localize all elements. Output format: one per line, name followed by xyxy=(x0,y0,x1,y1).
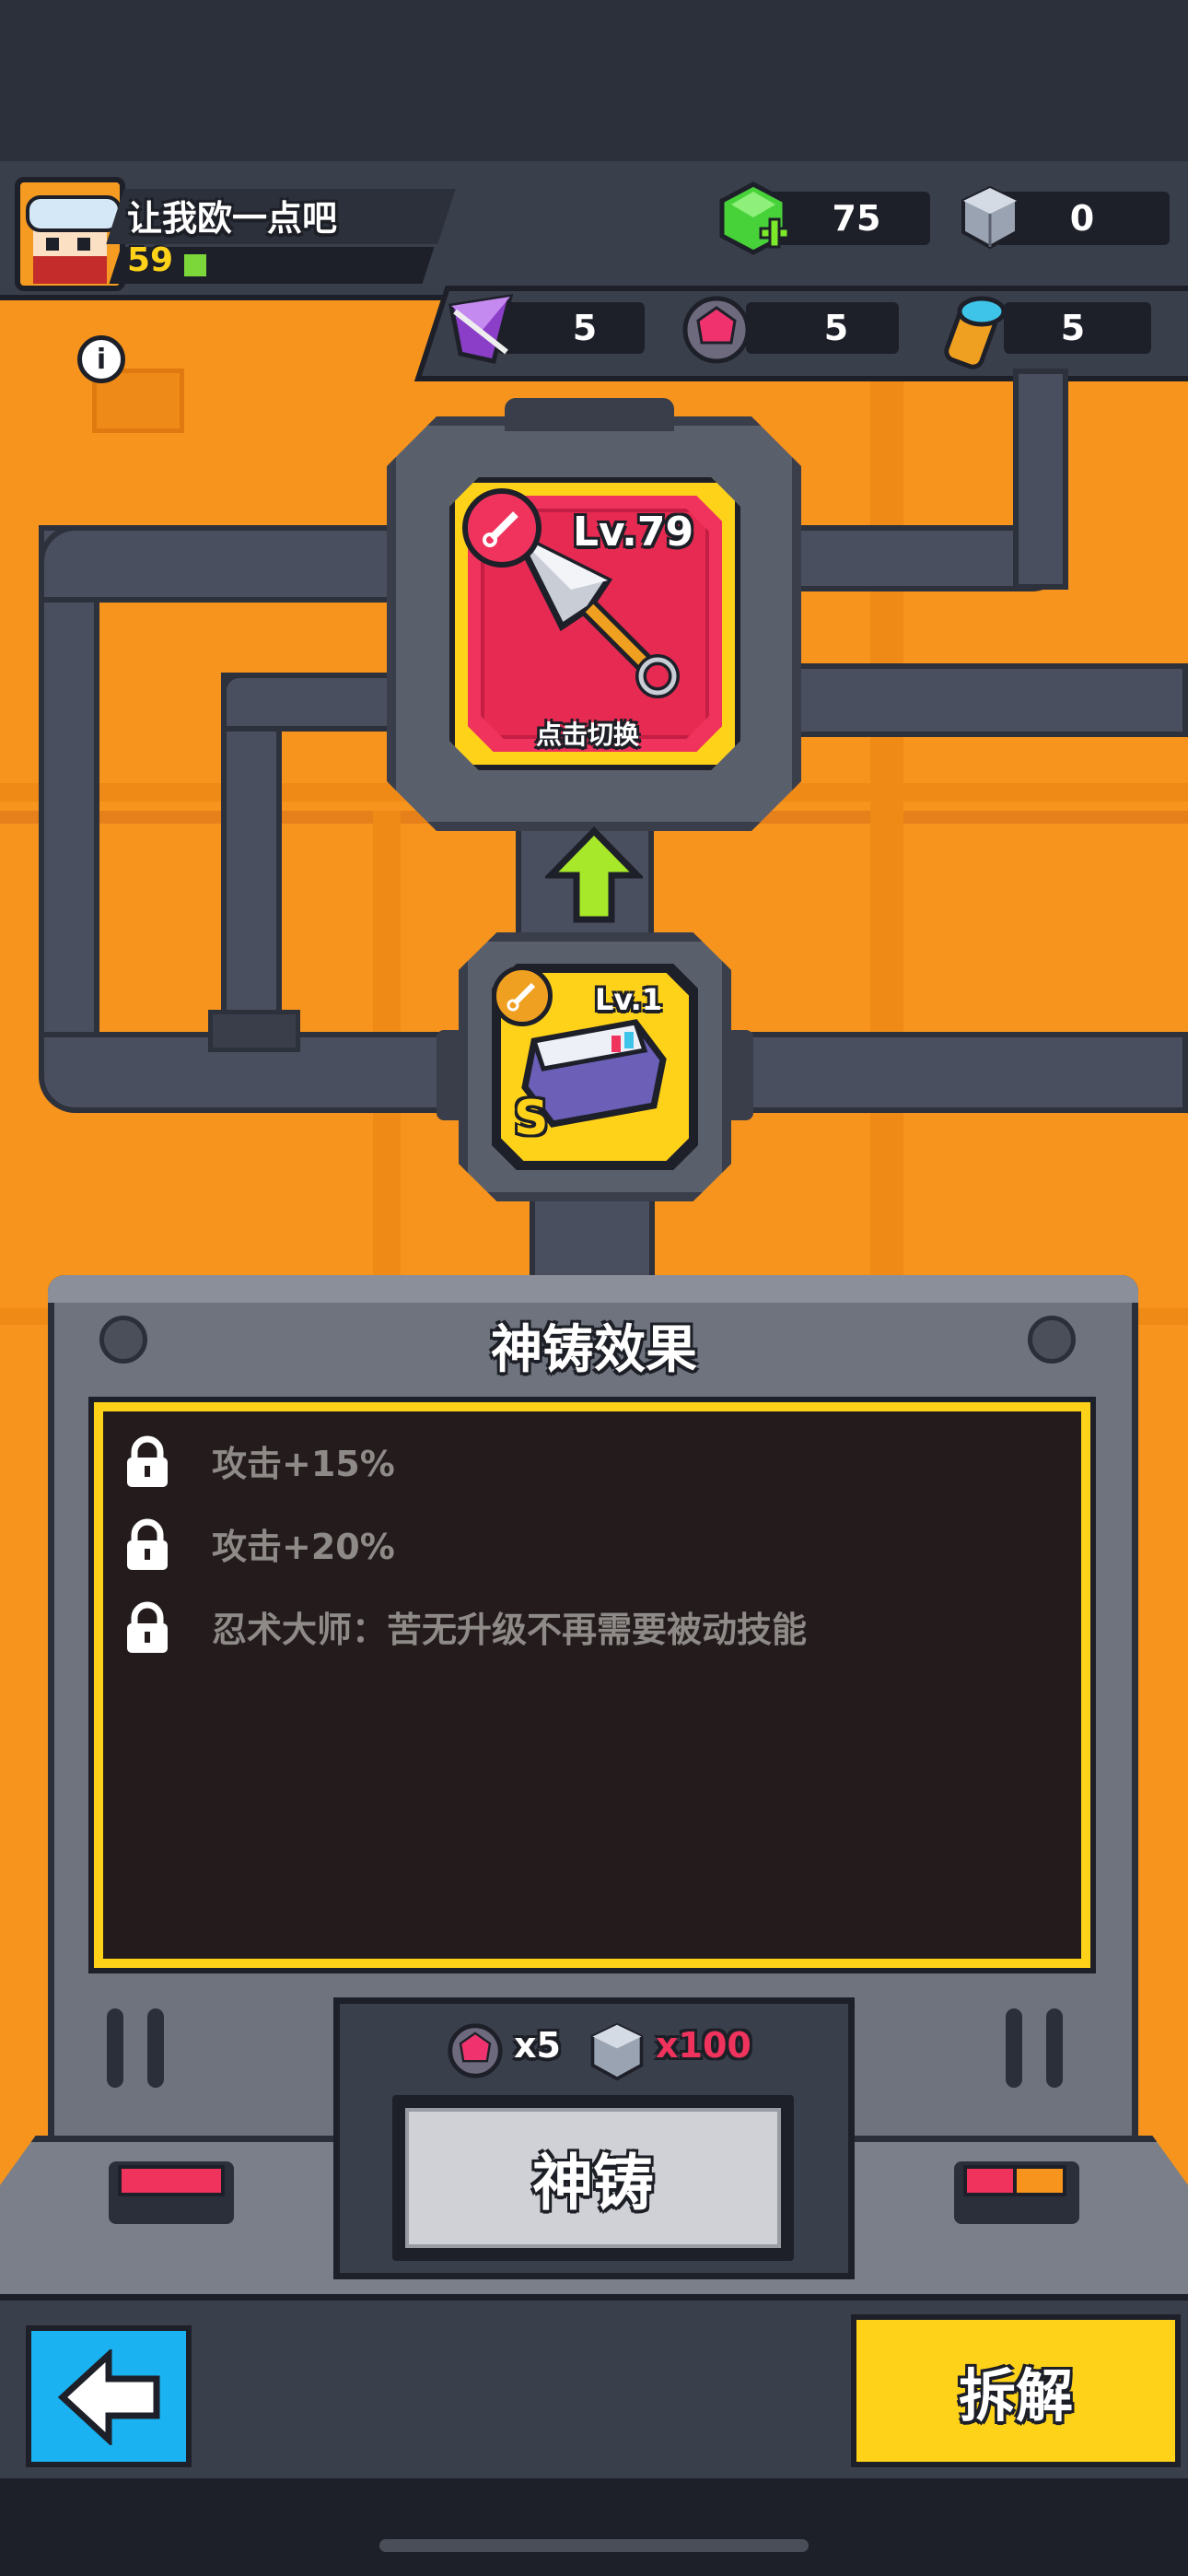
upper-item-hint: 点击切换 xyxy=(536,720,640,750)
crystal-counter: 5 xyxy=(497,302,645,354)
gem-count: 75 xyxy=(832,198,881,239)
metal-cube-cost-icon xyxy=(590,2022,644,2081)
vent-right xyxy=(1006,2008,1022,2088)
pink-orb-icon xyxy=(682,296,751,364)
metal-cube-icon xyxy=(961,185,1019,250)
back-button[interactable] xyxy=(26,2325,192,2467)
upper-item-level: Lv.79 xyxy=(573,509,694,556)
lock-icon xyxy=(127,1601,168,1653)
vent-left-2 xyxy=(147,2008,164,2088)
dismantle-button-label: 拆解 xyxy=(958,2362,1073,2430)
scroll-count: 5 xyxy=(1060,308,1086,348)
forge-button[interactable]: 神铸 xyxy=(392,2095,794,2261)
dismantle-button[interactable]: 拆解 xyxy=(851,2314,1181,2467)
effect-item-3: 忍术大师：苦无升级不再需要被动技能 xyxy=(212,1610,808,1650)
right-machine-button xyxy=(954,2161,1079,2224)
kunai-badge-small-icon xyxy=(507,982,536,1012)
info-icon[interactable]: i xyxy=(77,335,125,383)
lower-item-type-badge xyxy=(492,966,553,1026)
purple-crystal-icon xyxy=(448,293,514,364)
effects-title: 神铸效果 xyxy=(491,1320,697,1380)
upper-item-type-badge xyxy=(462,488,542,568)
pipe-right-top-vertical xyxy=(1013,369,1068,590)
pipe-lower-right xyxy=(718,1032,1188,1113)
pipe-joint xyxy=(208,1010,300,1052)
pipe-left-vertical xyxy=(39,525,99,1041)
upper-slot-cap xyxy=(505,398,674,431)
home-indicator[interactable] xyxy=(379,2539,809,2552)
pipe-inner-left-top xyxy=(221,673,405,732)
status-bar-area xyxy=(0,0,1188,161)
player-name: 让我欧一点吧 xyxy=(127,198,338,239)
back-arrow-icon xyxy=(57,2349,160,2445)
crystal-count: 5 xyxy=(572,308,598,348)
orb-count: 5 xyxy=(823,308,849,348)
vent-right-2 xyxy=(1046,2008,1063,2088)
effect-item-2: 攻击+20% xyxy=(212,1527,395,1567)
cube-count: 0 xyxy=(1069,198,1095,239)
scroll-counter: 5 xyxy=(1004,302,1151,354)
lower-item-level: Lv.1 xyxy=(595,982,663,1017)
cube-cost: x100 xyxy=(656,2025,751,2066)
lower-slot-left-cap xyxy=(437,1030,464,1120)
vent-left xyxy=(107,2008,123,2088)
orb-cost: x5 xyxy=(514,2025,561,2066)
kunai-badge-icon xyxy=(483,511,518,547)
pink-orb-cost-icon xyxy=(448,2023,503,2078)
scroll-canister-icon xyxy=(944,296,1007,369)
xp-bar-fill xyxy=(184,254,206,276)
left-machine-button xyxy=(109,2161,234,2224)
effects-machine-top xyxy=(48,1275,1138,1303)
orb-counter: 5 xyxy=(746,302,899,354)
lower-slot-right-cap xyxy=(726,1030,753,1120)
home-area xyxy=(0,2478,1188,2576)
forge-button-label: 神铸 xyxy=(532,2148,654,2219)
green-gem-plus-icon[interactable] xyxy=(716,181,792,260)
upgrade-arrow-icon xyxy=(545,825,643,923)
lower-item-grade: S xyxy=(514,1091,549,1146)
lock-icon xyxy=(127,1435,168,1487)
lock-icon xyxy=(127,1518,168,1570)
pipe-mid-right xyxy=(783,663,1188,737)
pipe-upper-left xyxy=(39,525,407,603)
effect-item-1: 攻击+15% xyxy=(212,1444,395,1484)
player-level: 59 xyxy=(127,241,174,279)
